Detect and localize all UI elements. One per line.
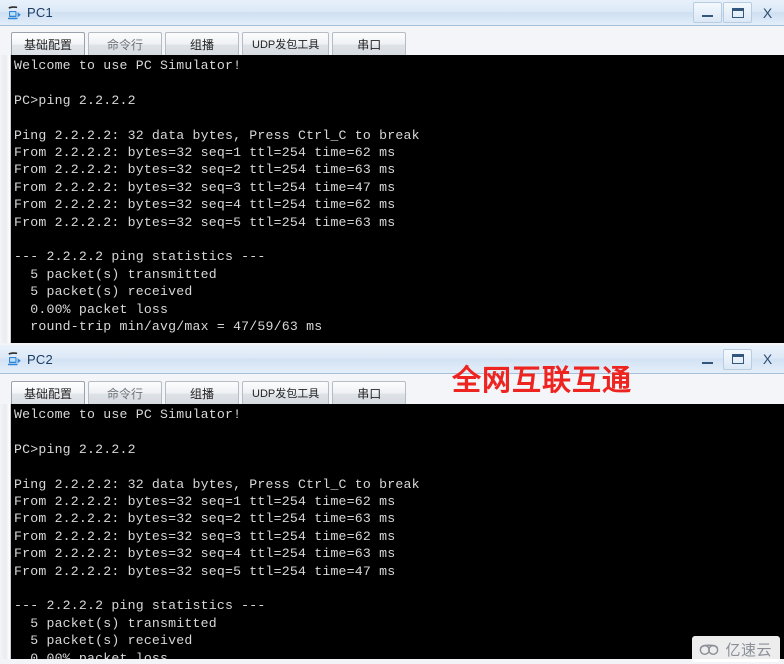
- window-controls-pc1: X: [692, 0, 782, 25]
- tab-udp-tool-pc1[interactable]: UDP发包工具: [242, 32, 330, 55]
- terminal-line: From 2.2.2.2: bytes=32 seq=3 ttl=254 tim…: [14, 528, 396, 544]
- close-button-pc2[interactable]: X: [753, 349, 782, 370]
- titlebar-pc1[interactable]: PC1 X: [0, 0, 784, 26]
- minimize-button-pc2[interactable]: [693, 349, 722, 370]
- terminal-wrap-pc2: Welcome to use PC Simulator! PC>ping 2.2…: [0, 404, 784, 659]
- tab-command-line-pc2[interactable]: 命令行: [88, 381, 162, 404]
- terminal-line: From 2.2.2.2: bytes=32 seq=1 ttl=254 tim…: [14, 145, 396, 161]
- terminal-output-pc2[interactable]: Welcome to use PC Simulator! PC>ping 2.2…: [11, 404, 784, 659]
- tab-udp-tool-pc2[interactable]: UDP发包工具: [242, 381, 330, 404]
- minimize-icon: [702, 15, 713, 17]
- terminal-line: Ping 2.2.2.2: 32 data bytes, Press Ctrl_…: [14, 476, 420, 492]
- maximize-icon: [731, 354, 744, 364]
- window-title-pc1: PC1: [27, 5, 53, 20]
- close-icon: X: [762, 351, 773, 367]
- terminal-line: From 2.2.2.2: bytes=32 seq=2 ttl=254 tim…: [14, 162, 396, 178]
- minimize-icon: [702, 361, 713, 364]
- terminal-line: 5 packet(s) received: [14, 284, 193, 300]
- close-icon: X: [762, 4, 773, 21]
- terminal-line: --- 2.2.2.2 ping statistics ---: [14, 598, 266, 614]
- window-controls-pc2: X: [692, 345, 782, 373]
- terminal-line: From 2.2.2.2: bytes=32 seq=3 ttl=254 tim…: [14, 179, 396, 195]
- terminal-line: PC>ping 2.2.2.2: [14, 441, 136, 457]
- terminal-line: From 2.2.2.2: bytes=32 seq=5 ttl=254 tim…: [14, 563, 396, 579]
- terminal-line: 0.00% packet loss: [14, 301, 169, 317]
- minimize-button-pc1[interactable]: [693, 2, 722, 23]
- terminal-line: 0.00% packet loss: [14, 650, 169, 659]
- maximize-button-pc2[interactable]: [723, 348, 752, 370]
- annotation-label: 全网互联互通: [452, 363, 633, 397]
- terminal-line: Welcome to use PC Simulator!: [14, 407, 242, 422]
- tab-multicast-pc1[interactable]: 组播: [165, 32, 239, 55]
- terminal-line: Ping 2.2.2.2: 32 data bytes, Press Ctrl_…: [14, 127, 420, 143]
- tab-basic-config-pc2[interactable]: 基础配置: [11, 381, 85, 404]
- tab-basic-config-pc1[interactable]: 基础配置: [11, 32, 85, 55]
- tabstrip-pc1: 基础配置 命令行 组播 UDP发包工具 串口: [0, 26, 784, 55]
- close-button-pc1[interactable]: X: [753, 2, 782, 23]
- terminal-wrap-pc1: Welcome to use PC Simulator! PC>ping 2.2…: [0, 55, 784, 343]
- tabstrip-pc2: 基础配置 命令行 组播 UDP发包工具 串口: [0, 374, 784, 404]
- tab-serial-port-pc2[interactable]: 串口: [332, 381, 407, 404]
- window-title-pc2: PC2: [27, 351, 53, 367]
- terminal-line: 5 packet(s) transmitted: [14, 615, 217, 631]
- pc-simulator-icon: [5, 4, 23, 22]
- titlebar-pc2[interactable]: PC2 X: [0, 345, 784, 374]
- tab-command-line-pc1[interactable]: 命令行: [88, 32, 162, 55]
- terminal-scrollbar-pc1[interactable]: [0, 55, 11, 343]
- pc-simulator-icon: [5, 350, 23, 368]
- tab-multicast-pc2[interactable]: 组播: [165, 381, 239, 404]
- terminal-line: --- 2.2.2.2 ping statistics ---: [14, 249, 266, 265]
- terminal-line: 5 packet(s) received: [14, 633, 193, 649]
- terminal-line: From 2.2.2.2: bytes=32 seq=4 ttl=254 tim…: [14, 197, 396, 213]
- terminal-line: 5 packet(s) transmitted: [14, 266, 217, 282]
- terminal-scrollbar-pc2[interactable]: [0, 404, 11, 659]
- maximize-icon: [731, 7, 744, 18]
- terminal-line: From 2.2.2.2: bytes=32 seq=4 ttl=254 tim…: [14, 546, 396, 562]
- watermark: 亿速云: [692, 636, 780, 662]
- terminal-line: round-trip min/avg/max = 47/59/63 ms: [14, 319, 323, 335]
- terminal-line: From 2.2.2.2: bytes=32 seq=1 ttl=254 tim…: [14, 494, 396, 510]
- cloud-icon: [698, 642, 720, 657]
- watermark-text: 亿速云: [725, 640, 772, 659]
- tab-serial-port-pc1[interactable]: 串口: [332, 32, 407, 55]
- terminal-line: From 2.2.2.2: bytes=32 seq=2 ttl=254 tim…: [14, 511, 396, 527]
- maximize-button-pc1[interactable]: [723, 2, 752, 23]
- terminal-line: PC>ping 2.2.2.2: [14, 92, 136, 108]
- terminal-line: From 2.2.2.2: bytes=32 seq=5 ttl=254 tim…: [14, 214, 396, 230]
- window-pc1: PC1 X 基础配置 命令行 组播 UDP发包工具 串口 Welcome to …: [0, 0, 784, 345]
- terminal-output-pc1[interactable]: Welcome to use PC Simulator! PC>ping 2.2…: [11, 55, 784, 343]
- terminal-line: Welcome to use PC Simulator!: [14, 58, 242, 73]
- window-pc2: PC2 X 基础配置 命令行 组播 UDP发包工具 串口 Welcome to …: [0, 345, 784, 664]
